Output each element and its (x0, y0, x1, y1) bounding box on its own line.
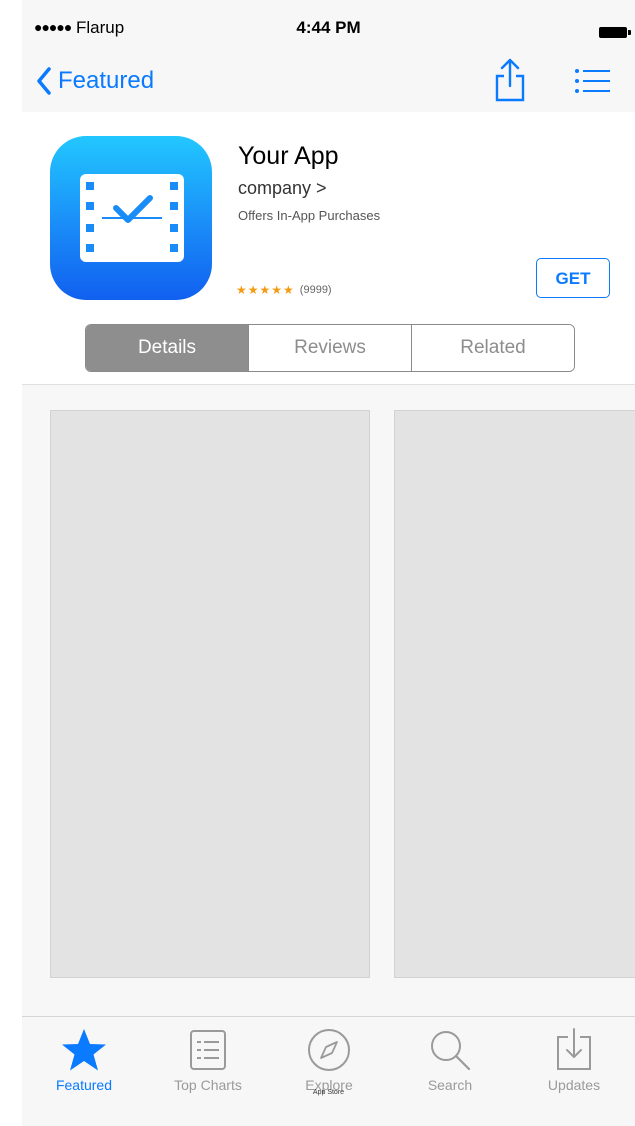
app-header: Your App company > Offers In-App Purchas… (22, 112, 635, 385)
back-button[interactable]: Featured (36, 61, 154, 101)
segment-related[interactable]: Related (411, 325, 574, 371)
get-button[interactable]: GET (536, 258, 610, 298)
tab-bar: Featured Top Charts Explore Search Updat… (22, 1016, 635, 1126)
rating: ★★★★★ (9999) (236, 283, 332, 297)
star-icon (62, 1029, 106, 1071)
screenshot-placeholder[interactable] (394, 410, 635, 978)
share-icon[interactable] (492, 56, 528, 104)
status-bar: ●●●●● Flarup 4:44 PM (22, 0, 635, 52)
tab-top-charts[interactable]: Top Charts (158, 1017, 258, 1093)
video-check-icon (80, 174, 184, 262)
tab-featured[interactable]: Featured (34, 1017, 134, 1093)
navigation-bar: Featured (22, 52, 635, 113)
screenshot-placeholder[interactable] (50, 410, 370, 978)
app-store-screen: ●●●●● Flarup 4:44 PM Featured Your App c… (22, 0, 635, 1126)
search-icon (431, 1031, 471, 1071)
tab-search[interactable]: Search (400, 1017, 500, 1093)
list-icon (190, 1030, 226, 1070)
rating-count: (9999) (299, 284, 332, 296)
segment-details[interactable]: Details (86, 325, 248, 371)
rating-stars-icon: ★★★★★ (236, 283, 295, 297)
segmented-control: Details Reviews Related (85, 324, 575, 372)
footer-note: App Store (312, 1089, 345, 1096)
battery-icon (599, 27, 631, 38)
segment-reviews[interactable]: Reviews (248, 325, 411, 371)
compass-icon (308, 1029, 350, 1071)
list-icon[interactable] (574, 67, 612, 95)
app-name: Your App (238, 142, 339, 170)
back-label: Featured (58, 67, 155, 94)
chevron-left-icon (37, 67, 51, 95)
download-icon (557, 1028, 591, 1070)
status-time: 4:44 PM (296, 18, 361, 37)
in-app-purchases-note: Offers In-App Purchases (238, 208, 381, 223)
company-link[interactable]: company > (238, 178, 327, 199)
tab-updates[interactable]: Updates (524, 1017, 624, 1093)
tab-explore[interactable]: Explore (279, 1017, 379, 1093)
app-icon (50, 136, 212, 300)
